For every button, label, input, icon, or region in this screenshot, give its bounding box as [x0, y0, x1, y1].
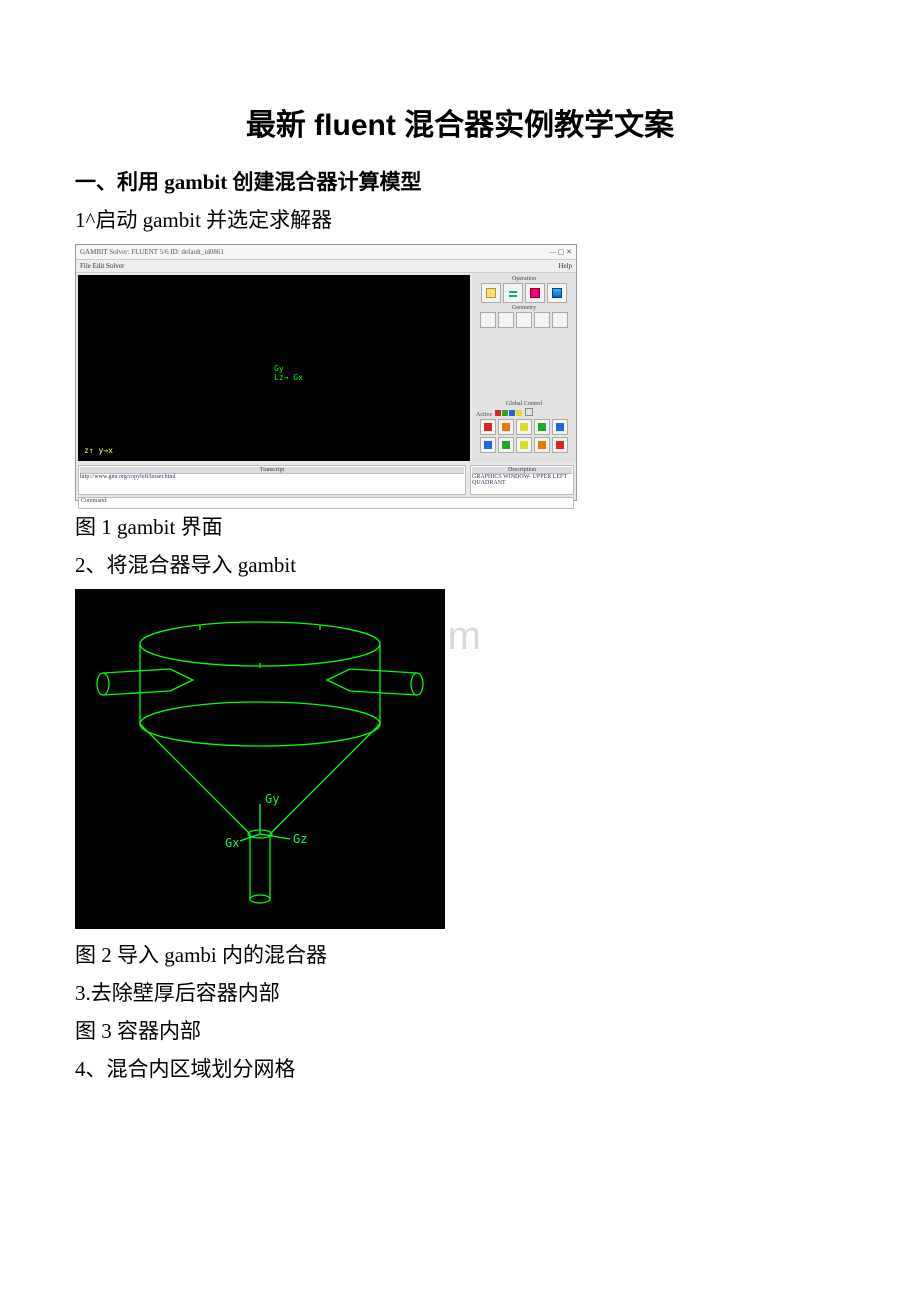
figure-2: Gy Gz Gx	[75, 589, 845, 929]
document-page: 最新 fluent 混合器实例教学文案 一、利用 gambit 创建混合器计算模…	[0, 0, 920, 1151]
fit-button[interactable]	[480, 419, 496, 435]
transcript-header: Transcript	[80, 467, 464, 474]
description-content: GRAPHICS WINDOW- UPPER LEFT QUADRANT	[472, 474, 572, 486]
figure-1-caption: 图 1 gambit 界面	[75, 511, 845, 541]
edge-button[interactable]	[498, 312, 514, 328]
main-area: Gy Lz→ Gx z↑ y→x Operation Geometry	[76, 273, 576, 463]
label-button[interactable]	[516, 437, 532, 453]
bottom-panels: Transcript http://www.gnu.org/copyleft/l…	[76, 463, 576, 497]
mixer-viewport: Gy Gz Gx	[75, 589, 445, 929]
examine-icon	[484, 441, 492, 449]
orient-button[interactable]	[534, 419, 550, 435]
redisplay-icon	[520, 423, 528, 431]
figure-1: GAMBIT Solver: FLUENT 5/6 ID: default_id…	[75, 244, 845, 501]
cube-icon	[486, 288, 496, 298]
mesh-button[interactable]	[503, 283, 523, 303]
side-panel: Operation Geometry	[472, 273, 576, 463]
geometry-buttons	[474, 312, 574, 328]
global-buttons-2	[474, 437, 574, 453]
description-panel: Description GRAPHICS WINDOW- UPPER LEFT …	[470, 465, 574, 495]
step-2-text: 2、将混合器导入 gambit	[75, 549, 845, 579]
window-title-text: GAMBIT Solver: FLUENT 5/6 ID: default_id…	[80, 245, 224, 259]
active-label: Active	[476, 408, 574, 418]
window-controls[interactable]: — ▢ ✕	[549, 245, 572, 259]
axis-gy-label: Gy	[274, 364, 303, 373]
figure-2-caption: 图 2 导入 gambi 内的混合器	[75, 939, 845, 969]
annot-button[interactable]	[552, 437, 568, 453]
render-button[interactable]	[498, 437, 514, 453]
global-buttons-1	[474, 419, 574, 435]
step-3-text: 3.去除壁厚后容器内部	[75, 977, 845, 1007]
tools-button[interactable]	[547, 283, 567, 303]
transcript-panel: Transcript http://www.gnu.org/copyleft/l…	[78, 465, 466, 495]
mesh-icon	[509, 289, 517, 297]
graphics-viewport[interactable]: Gy Lz→ Gx z↑ y→x	[78, 275, 470, 461]
panel-spacer	[474, 330, 574, 400]
undo-icon	[556, 423, 564, 431]
render-icon	[502, 441, 510, 449]
axis-indicator-corner: z↑ y→x	[84, 446, 113, 455]
section-heading: 一、利用 gambit 创建混合器计算模型	[75, 166, 845, 196]
mixer-wireframe-svg: Gy Gz Gx	[75, 589, 445, 929]
select-icon	[502, 423, 510, 431]
page-title: 最新 fluent 混合器实例教学文案	[75, 100, 845, 144]
group-button[interactable]	[552, 312, 568, 328]
help-menu[interactable]: Help	[558, 260, 572, 272]
axis-indicator-center: Gy Lz→ Gx	[274, 364, 303, 382]
undo-button[interactable]	[552, 419, 568, 435]
annot-icon	[556, 441, 564, 449]
axis-gx-label: Gx	[225, 836, 239, 850]
zones-button[interactable]	[525, 283, 545, 303]
step-4-text: 4、混合内区域划分网格	[75, 1053, 845, 1083]
light-button[interactable]	[534, 437, 550, 453]
description-header: Description	[472, 467, 572, 474]
menu-items[interactable]: File Edit Solver	[80, 262, 124, 270]
label-icon	[520, 441, 528, 449]
geometry-button[interactable]	[481, 283, 501, 303]
orient-icon	[538, 423, 546, 431]
volume-button[interactable]	[534, 312, 550, 328]
face-button[interactable]	[516, 312, 532, 328]
gambit-window: GAMBIT Solver: FLUENT 5/6 ID: default_id…	[75, 244, 577, 501]
select-button[interactable]	[498, 419, 514, 435]
geometry-label: Geometry	[474, 305, 574, 311]
command-line[interactable]: Command:	[78, 497, 574, 509]
vertex-button[interactable]	[480, 312, 496, 328]
fit-icon	[484, 423, 492, 431]
examine-button[interactable]	[480, 437, 496, 453]
light-icon	[538, 441, 546, 449]
window-titlebar: GAMBIT Solver: FLUENT 5/6 ID: default_id…	[76, 245, 576, 260]
figure-3-caption: 图 3 容器内部	[75, 1015, 845, 1045]
operation-buttons	[474, 283, 574, 303]
axis-gx-label: Lz→ Gx	[274, 373, 303, 382]
redisplay-button[interactable]	[516, 419, 532, 435]
zones-icon	[530, 288, 540, 298]
tools-icon	[552, 288, 562, 298]
axis-gz-label: Gz	[293, 832, 307, 846]
global-control-label: Global Control	[474, 401, 574, 407]
command-label: Command:	[81, 498, 108, 504]
transcript-content: http://www.gnu.org/copyleft/lesser.html	[80, 474, 464, 480]
menu-bar[interactable]: File Edit Solver Help	[76, 260, 576, 273]
axis-gy-label: Gy	[265, 792, 279, 806]
step-1-text: 1^启动 gambit 并选定求解器	[75, 204, 845, 234]
operation-label: Operation	[474, 276, 574, 282]
